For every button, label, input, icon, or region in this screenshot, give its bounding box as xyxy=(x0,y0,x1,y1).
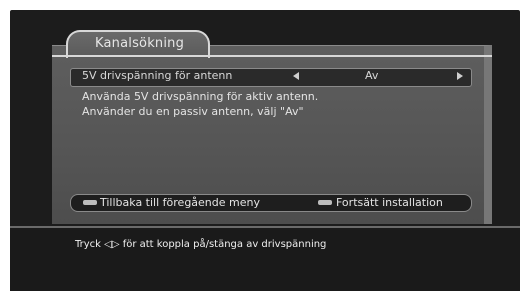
left-arrow-icon[interactable] xyxy=(293,72,299,80)
button-key-icon xyxy=(83,200,97,205)
option-value: Av xyxy=(365,69,379,82)
page-title: Kanalsökning xyxy=(95,36,185,51)
back-button[interactable]: Tillbaka till föregående meny xyxy=(100,196,260,209)
right-arrow-icon[interactable] xyxy=(457,72,463,80)
hint-text: Tryck ◁▷ för att koppla på/stänga av dri… xyxy=(75,239,327,250)
description-line-1: Använda 5V drivspänning för aktiv antenn… xyxy=(82,90,319,103)
description-line-2: Använder du en passiv antenn, välj "Av" xyxy=(82,105,304,118)
title-divider xyxy=(52,55,492,57)
option-label: 5V drivspänning för antenn xyxy=(82,69,233,82)
hint-bar xyxy=(10,226,520,291)
continue-button[interactable]: Fortsätt installation xyxy=(336,196,443,209)
button-key-icon xyxy=(318,200,332,205)
